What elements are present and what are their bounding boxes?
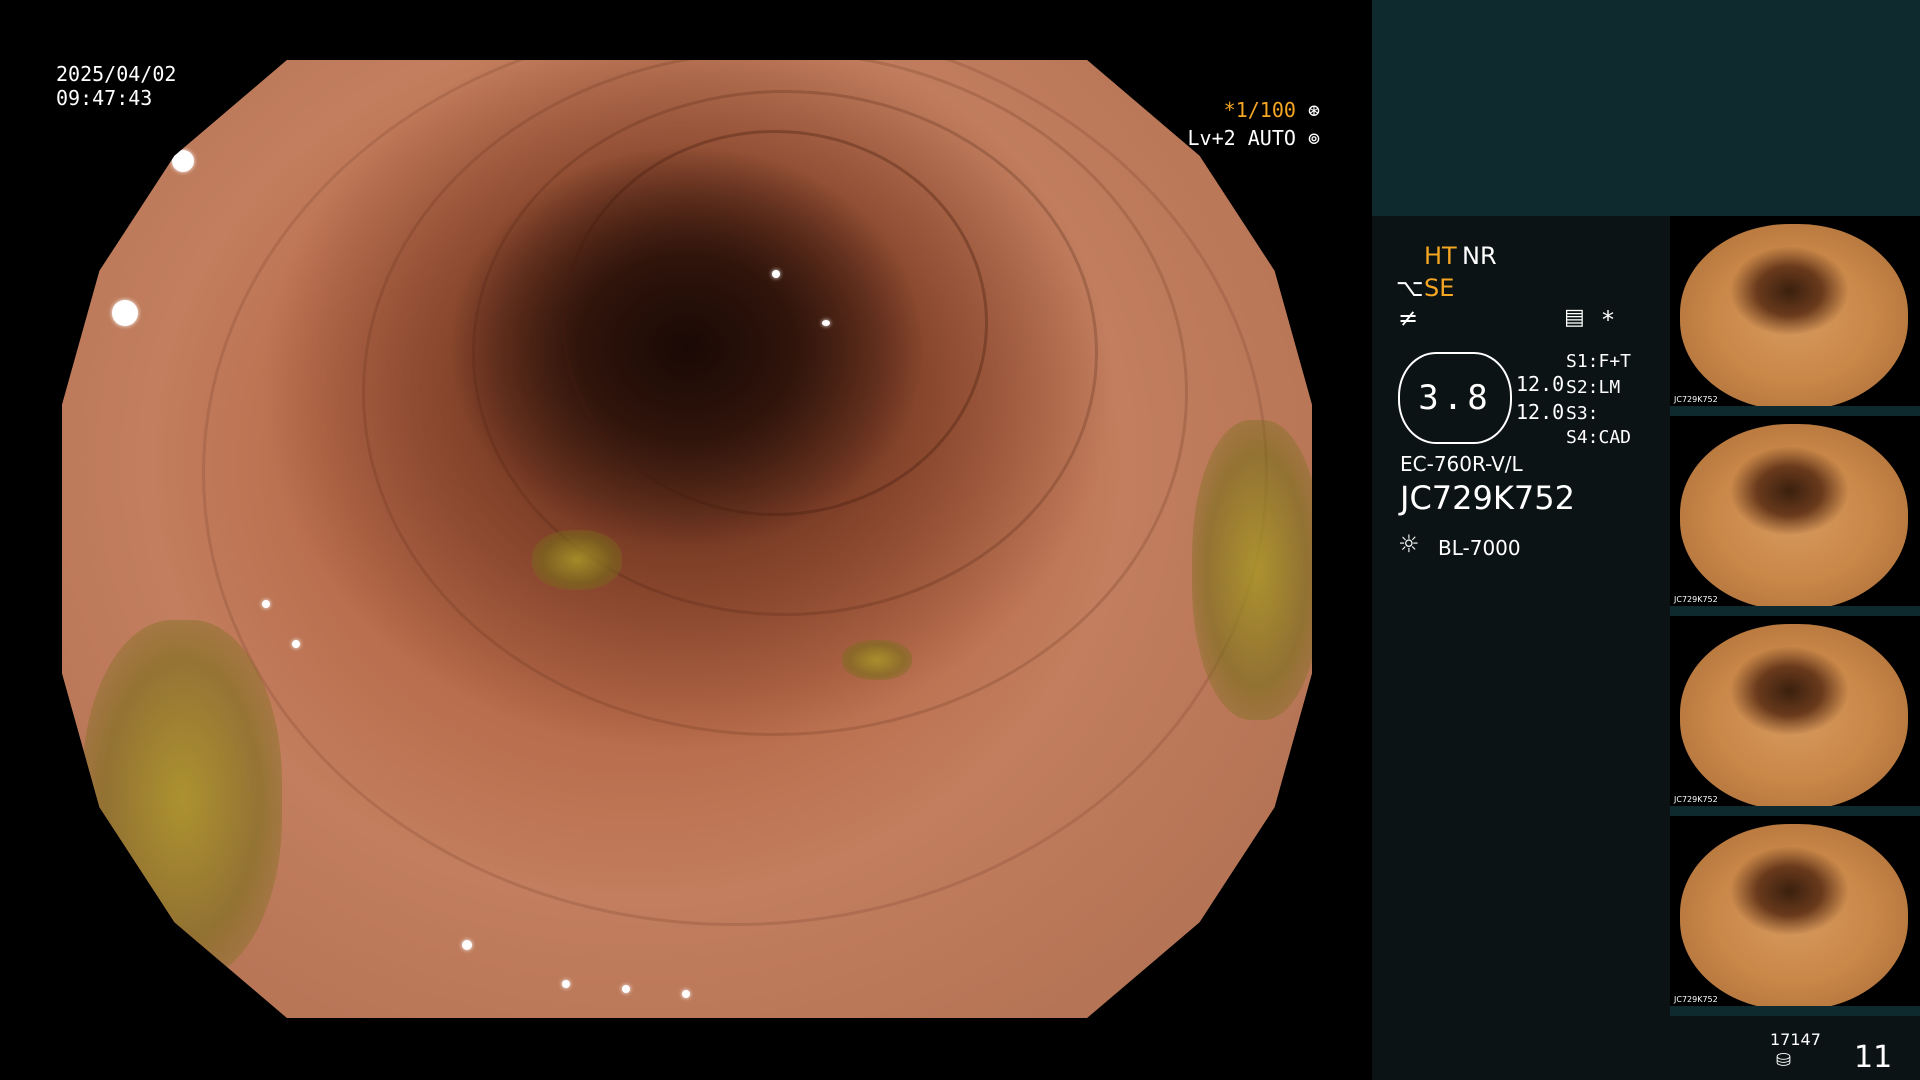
- shutter-overlay: *1/100 ⊛: [1190, 98, 1320, 122]
- scope-model: EC-760R-V/L: [1400, 452, 1523, 476]
- side-panel: HT NR ⌥ SE ≠ ▤ * 3.8 12.0 12.0 S1:F+T S2…: [1372, 0, 1920, 1080]
- mode-text: AUTO: [1247, 126, 1296, 150]
- capture-count: 17147: [1770, 1030, 1821, 1049]
- thumbnail-label: JC729K752: [1674, 395, 1718, 404]
- thumbnail-strip: [1670, 606, 1920, 616]
- auto-iris-icon: ⊚: [1307, 126, 1320, 150]
- capture-thumbnail-3[interactable]: JC729K752: [1670, 616, 1920, 816]
- s1-setting: S1:F+T: [1566, 351, 1632, 372]
- structure-icon: ⌥: [1396, 274, 1424, 302]
- light-source: BL-7000: [1438, 536, 1521, 560]
- capture-thumbnail-2[interactable]: JC729K752: [1670, 416, 1920, 616]
- zoom-indicator: 3.8: [1398, 352, 1512, 444]
- thumbnail-image: [1680, 624, 1908, 810]
- thumbnail-strip: [1670, 806, 1920, 816]
- freeze-icon: ≠: [1398, 304, 1419, 332]
- level-text: Lv+2: [1187, 126, 1236, 150]
- ht-label: HT: [1424, 242, 1457, 270]
- endoscope-image: [62, 60, 1312, 1018]
- panel-header-area: [1372, 0, 1920, 216]
- shutter-text: *1/100: [1223, 98, 1296, 122]
- menu-icon: ▤: [1564, 305, 1585, 330]
- zoom-value: 3.8: [1418, 378, 1492, 418]
- thumbnail-label: JC729K752: [1674, 995, 1718, 1004]
- thumbnail-strip: [1670, 1006, 1920, 1016]
- s4-setting: S4:CAD: [1566, 427, 1632, 448]
- thumbnail-label: JC729K752: [1674, 795, 1718, 804]
- storage-icon: ⛁: [1776, 1050, 1792, 1071]
- thumbnail-image: [1680, 824, 1908, 1010]
- scope-serial: JC729K752: [1400, 479, 1575, 517]
- capture-thumbnail-1[interactable]: JC729K752: [1670, 216, 1920, 416]
- live-endoscope-view: 2025/04/02 09:47:43 *1/100 ⊛ Lv+2 AUTO ⊚: [0, 0, 1372, 1080]
- value-a: 12.0: [1516, 372, 1565, 396]
- time-text: 09:47:43: [56, 86, 153, 110]
- page-number: 11: [1854, 1040, 1893, 1075]
- thumbnail-label: JC729K752: [1674, 595, 1718, 604]
- datetime-overlay: 2025/04/02 09:47:43: [56, 62, 176, 110]
- date-text: 2025/04/02: [56, 62, 177, 86]
- light-source-icon: ☼: [1398, 530, 1420, 558]
- nr-label: NR: [1462, 242, 1497, 270]
- shutter-icon: ⊛: [1307, 98, 1320, 122]
- value-b: 12.0: [1516, 400, 1565, 424]
- thumbnail-strip: [1670, 406, 1920, 416]
- level-overlay: Lv+2 AUTO ⊚: [1160, 126, 1320, 150]
- s2-setting: S2:LM: [1566, 377, 1621, 398]
- se-label: SE: [1424, 274, 1455, 302]
- thumbnail-image: [1680, 424, 1908, 610]
- asterisk-mark: *: [1602, 306, 1614, 334]
- capture-thumbnail-4[interactable]: JC729K752: [1670, 816, 1920, 1016]
- thumbnail-image: [1680, 224, 1908, 410]
